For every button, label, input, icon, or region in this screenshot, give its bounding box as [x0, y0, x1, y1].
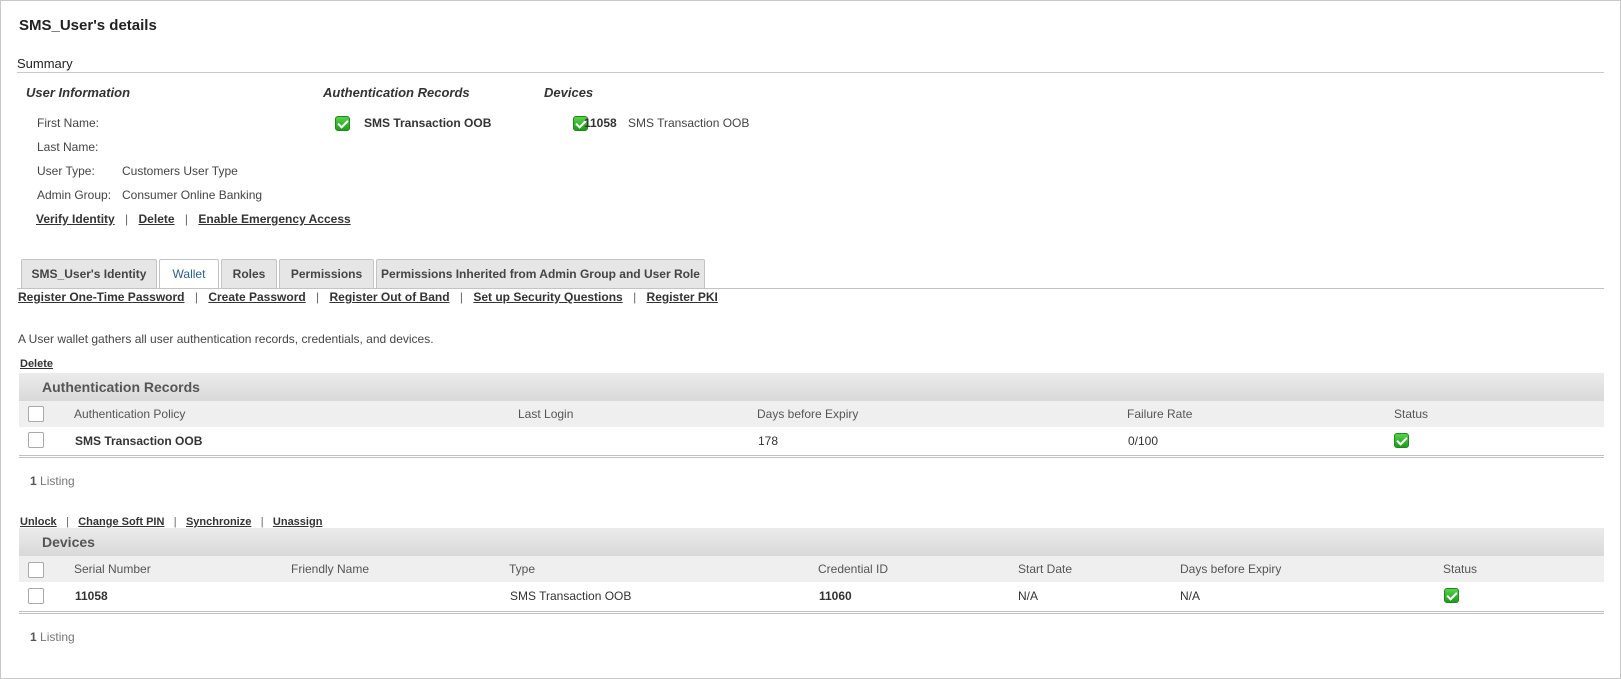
column-credential-id[interactable]: Credential ID: [818, 562, 888, 576]
listing-label: Listing: [40, 474, 75, 488]
separator: |: [194, 290, 198, 304]
column-authentication-policy[interactable]: Authentication Policy: [74, 407, 185, 421]
create-password-link[interactable]: Create Password: [208, 290, 305, 304]
table-bottom-rule: [19, 611, 1604, 614]
listing-count: 1: [30, 474, 37, 488]
auth-policy-cell[interactable]: SMS Transaction OOB: [75, 434, 202, 448]
column-type[interactable]: Type: [509, 562, 535, 576]
unlock-link[interactable]: Unlock: [20, 516, 57, 528]
select-all-checkbox[interactable]: [28, 406, 44, 422]
tab-divider: [17, 288, 1604, 289]
column-status[interactable]: Status: [1394, 407, 1428, 421]
table-row: SMS Transaction OOB 178 0/100: [19, 427, 1604, 455]
summary-divider: [17, 72, 1604, 73]
column-last-login[interactable]: Last Login: [518, 407, 573, 421]
separator: |: [260, 516, 264, 528]
separator: |: [173, 516, 177, 528]
auth-listing-count: 1 Listing: [30, 474, 75, 488]
wallet-description: A User wallet gathers all user authentic…: [18, 332, 434, 346]
auth-records-heading: Authentication Records: [323, 85, 470, 100]
wallet-actions: Register One-Time Password | Create Pass…: [18, 290, 718, 304]
verify-identity-link[interactable]: Verify Identity: [36, 212, 115, 226]
devices-heading: Devices: [544, 85, 594, 100]
page-title: SMS_User's details: [19, 17, 157, 34]
column-friendly-name[interactable]: Friendly Name: [291, 562, 369, 576]
admin-group-label: Admin Group:: [37, 188, 112, 202]
auth-records-panel-title: Authentication Records: [42, 379, 200, 395]
tab-permissions[interactable]: Permissions: [279, 259, 374, 288]
row-checkbox[interactable]: [28, 588, 44, 604]
credential-id-cell: 11060: [819, 589, 852, 603]
security-questions-link[interactable]: Set up Security Questions: [473, 290, 622, 304]
summary-heading: Summary: [17, 56, 73, 71]
tab-wallet[interactable]: Wallet: [159, 259, 219, 289]
last-name-label: Last Name:: [37, 140, 99, 154]
listing-count: 1: [30, 630, 37, 644]
devices-panel-header: Devices: [19, 528, 1604, 556]
separator: |: [66, 516, 69, 528]
user-type-value: Customers User Type: [122, 164, 238, 178]
devices-column-header: Serial Number Friendly Name Type Credent…: [19, 556, 1604, 582]
column-failure-rate[interactable]: Failure Rate: [1127, 407, 1192, 421]
start-date-cell: N/A: [1018, 589, 1039, 603]
listing-label: Listing: [40, 630, 75, 644]
tab-inherited-permissions[interactable]: Permissions Inherited from Admin Group a…: [376, 259, 705, 288]
serial-number-cell[interactable]: 11058: [75, 589, 108, 603]
user-actions: Verify Identity | Delete | Enable Emerge…: [36, 212, 351, 226]
device-actions: Unlock | Change Soft PIN | Synchronize |…: [20, 514, 322, 528]
user-details-window: SMS_User's details Summary User Informat…: [0, 0, 1621, 679]
status-ok-icon: [1444, 588, 1459, 603]
admin-group-value: Consumer Online Banking: [122, 188, 263, 202]
user-type-label: User Type:: [37, 164, 95, 178]
select-all-checkbox[interactable]: [28, 562, 44, 578]
auth-record-name: SMS Transaction OOB: [364, 116, 492, 130]
change-soft-pin-link[interactable]: Change Soft PIN: [78, 516, 164, 528]
separator: |: [184, 212, 189, 226]
synchronize-link[interactable]: Synchronize: [186, 516, 251, 528]
tab-roles[interactable]: Roles: [221, 259, 277, 288]
column-days-before-expiry[interactable]: Days before Expiry: [1180, 562, 1281, 576]
devices-panel-title: Devices: [42, 534, 95, 550]
device-listing-count: 1 Listing: [30, 630, 75, 644]
row-checkbox[interactable]: [28, 432, 44, 448]
user-info-heading: User Information: [26, 85, 131, 100]
type-cell: SMS Transaction OOB: [510, 589, 632, 603]
column-serial-number[interactable]: Serial Number: [74, 562, 151, 576]
column-start-date[interactable]: Start Date: [1018, 562, 1072, 576]
days-before-expiry-cell: N/A: [1180, 589, 1201, 603]
failure-rate-cell: 0/100: [1128, 434, 1159, 448]
delete-auth-record-link[interactable]: Delete: [20, 358, 53, 370]
separator: |: [459, 290, 463, 304]
first-name-label: First Name:: [37, 116, 100, 130]
column-status[interactable]: Status: [1443, 562, 1477, 576]
separator: |: [633, 290, 637, 304]
table-bottom-rule: [19, 455, 1604, 458]
delete-user-link[interactable]: Delete: [139, 212, 175, 226]
separator: |: [125, 212, 129, 226]
enable-emergency-access-link[interactable]: Enable Emergency Access: [198, 212, 350, 226]
auth-records-panel-header: Authentication Records: [19, 373, 1604, 401]
tab-identity[interactable]: SMS_User's Identity: [21, 259, 157, 288]
register-pki-link[interactable]: Register PKI: [647, 290, 718, 304]
device-type: SMS Transaction OOB: [628, 116, 750, 130]
status-ok-icon: [335, 116, 350, 131]
days-before-expiry-cell: 178: [758, 434, 779, 448]
status-ok-icon: [1394, 433, 1409, 448]
separator: |: [316, 290, 320, 304]
table-row: 11058 SMS Transaction OOB 11060 N/A N/A: [19, 582, 1604, 610]
column-days-before-expiry[interactable]: Days before Expiry: [757, 407, 858, 421]
unassign-link[interactable]: Unassign: [273, 516, 323, 528]
device-serial: 11058: [584, 116, 617, 130]
auth-records-column-header: Authentication Policy Last Login Days be…: [19, 401, 1604, 427]
register-otp-link[interactable]: Register One-Time Password: [18, 290, 185, 304]
register-oob-link[interactable]: Register Out of Band: [330, 290, 450, 304]
